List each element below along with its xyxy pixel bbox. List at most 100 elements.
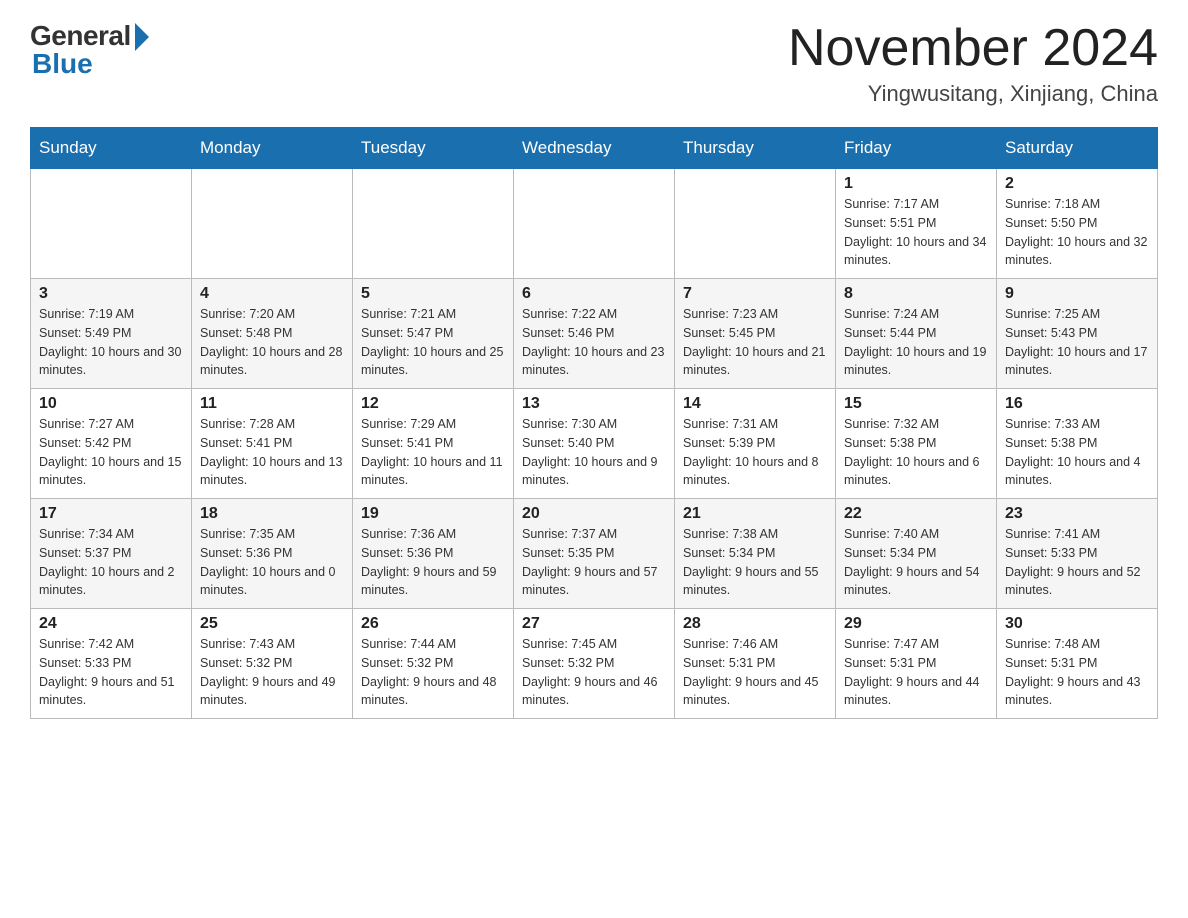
day-info: Sunrise: 7:48 AMSunset: 5:31 PMDaylight:… xyxy=(1005,635,1149,710)
calendar-cell: 18 Sunrise: 7:35 AMSunset: 5:36 PMDayligh… xyxy=(192,499,353,609)
day-info: Sunrise: 7:18 AMSunset: 5:50 PMDaylight:… xyxy=(1005,195,1149,270)
calendar-cell xyxy=(31,169,192,279)
calendar-cell: 24Sunrise: 7:42 AMSunset: 5:33 PMDayligh… xyxy=(31,609,192,719)
day-info: Sunrise: 7:29 AMSunset: 5:41 PMDaylight:… xyxy=(361,415,505,490)
day-number: 20 xyxy=(522,505,666,523)
calendar-cell xyxy=(675,169,836,279)
day-number: 8 xyxy=(844,285,988,303)
day-number: 3 xyxy=(39,285,183,303)
calendar-cell: 19 Sunrise: 7:36 AMSunset: 5:36 PMDayligh… xyxy=(353,499,514,609)
day-number: 28 xyxy=(683,615,827,633)
day-info: Sunrise: 7:44 AMSunset: 5:32 PMDaylight:… xyxy=(361,635,505,710)
calendar-cell: 17 Sunrise: 7:34 AMSunset: 5:37 PMDayligh… xyxy=(31,499,192,609)
day-info: Sunrise: 7:17 AMSunset: 5:51 PMDaylight:… xyxy=(844,195,988,270)
calendar-header-monday: Monday xyxy=(192,128,353,169)
day-info: Sunrise: 7:34 AMSunset: 5:37 PMDaylight:… xyxy=(39,525,183,600)
day-number: 4 xyxy=(200,285,344,303)
title-block: November 2024 Yingwusitang, Xinjiang, Ch… xyxy=(788,20,1158,107)
day-info: Sunrise: 7:20 AMSunset: 5:48 PMDaylight:… xyxy=(200,305,344,380)
day-number: 6 xyxy=(522,285,666,303)
calendar-header-saturday: Saturday xyxy=(997,128,1158,169)
day-number: 18 xyxy=(200,505,344,523)
calendar-cell: 28 Sunrise: 7:46 AMSunset: 5:31 PMDayligh… xyxy=(675,609,836,719)
logo-arrow-icon xyxy=(135,23,149,51)
calendar-cell: 23 Sunrise: 7:41 AMSunset: 5:33 PMDayligh… xyxy=(997,499,1158,609)
calendar-cell: 15 Sunrise: 7:32 AMSunset: 5:38 PMDayligh… xyxy=(836,389,997,499)
calendar-header-friday: Friday xyxy=(836,128,997,169)
day-info: Sunrise: 7:30 AMSunset: 5:40 PMDaylight:… xyxy=(522,415,666,490)
day-number: 29 xyxy=(844,615,988,633)
day-info: Sunrise: 7:40 AMSunset: 5:34 PMDaylight:… xyxy=(844,525,988,600)
day-info: Sunrise: 7:31 AMSunset: 5:39 PMDaylight:… xyxy=(683,415,827,490)
calendar-cell: 26Sunrise: 7:44 AMSunset: 5:32 PMDayligh… xyxy=(353,609,514,719)
calendar-cell: 11Sunrise: 7:28 AMSunset: 5:41 PMDayligh… xyxy=(192,389,353,499)
day-number: 5 xyxy=(361,285,505,303)
day-number: 27 xyxy=(522,615,666,633)
calendar-cell: 16 Sunrise: 7:33 AMSunset: 5:38 PMDayligh… xyxy=(997,389,1158,499)
day-number: 21 xyxy=(683,505,827,523)
calendar-cell: 1Sunrise: 7:17 AMSunset: 5:51 PMDaylight… xyxy=(836,169,997,279)
day-info: Sunrise: 7:22 AMSunset: 5:46 PMDaylight:… xyxy=(522,305,666,380)
day-number: 25 xyxy=(200,615,344,633)
week-row-2: 3 Sunrise: 7:19 AMSunset: 5:49 PMDaylight… xyxy=(31,279,1158,389)
day-info: Sunrise: 7:23 AMSunset: 5:45 PMDaylight:… xyxy=(683,305,827,380)
calendar-cell xyxy=(514,169,675,279)
day-info: Sunrise: 7:47 AMSunset: 5:31 PMDaylight:… xyxy=(844,635,988,710)
calendar-cell: 5 Sunrise: 7:21 AMSunset: 5:47 PMDaylight… xyxy=(353,279,514,389)
calendar-cell: 7Sunrise: 7:23 AMSunset: 5:45 PMDaylight… xyxy=(675,279,836,389)
calendar-cell xyxy=(192,169,353,279)
logo: General Blue xyxy=(30,20,149,80)
day-info: Sunrise: 7:37 AMSunset: 5:35 PMDaylight:… xyxy=(522,525,666,600)
day-info: Sunrise: 7:21 AMSunset: 5:47 PMDaylight:… xyxy=(361,305,505,380)
week-row-1: 1Sunrise: 7:17 AMSunset: 5:51 PMDaylight… xyxy=(31,169,1158,279)
day-info: Sunrise: 7:35 AMSunset: 5:36 PMDaylight:… xyxy=(200,525,344,600)
calendar-header-tuesday: Tuesday xyxy=(353,128,514,169)
day-info: Sunrise: 7:38 AMSunset: 5:34 PMDaylight:… xyxy=(683,525,827,600)
calendar-cell: 3 Sunrise: 7:19 AMSunset: 5:49 PMDaylight… xyxy=(31,279,192,389)
day-info: Sunrise: 7:41 AMSunset: 5:33 PMDaylight:… xyxy=(1005,525,1149,600)
calendar-cell: 25Sunrise: 7:43 AMSunset: 5:32 PMDayligh… xyxy=(192,609,353,719)
day-number: 22 xyxy=(844,505,988,523)
day-number: 9 xyxy=(1005,285,1149,303)
day-number: 16 xyxy=(1005,395,1149,413)
calendar-cell: 10 Sunrise: 7:27 AMSunset: 5:42 PMDayligh… xyxy=(31,389,192,499)
day-number: 10 xyxy=(39,395,183,413)
day-number: 17 xyxy=(39,505,183,523)
day-info: Sunrise: 7:27 AMSunset: 5:42 PMDaylight:… xyxy=(39,415,183,490)
month-title: November 2024 xyxy=(788,20,1158,77)
calendar-header-thursday: Thursday xyxy=(675,128,836,169)
day-number: 13 xyxy=(522,395,666,413)
calendar-header-row: SundayMondayTuesdayWednesdayThursdayFrid… xyxy=(31,128,1158,169)
week-row-3: 10 Sunrise: 7:27 AMSunset: 5:42 PMDayligh… xyxy=(31,389,1158,499)
day-info: Sunrise: 7:19 AMSunset: 5:49 PMDaylight:… xyxy=(39,305,183,380)
calendar-cell: 14 Sunrise: 7:31 AMSunset: 5:39 PMDayligh… xyxy=(675,389,836,499)
day-info: Sunrise: 7:36 AMSunset: 5:36 PMDaylight:… xyxy=(361,525,505,600)
calendar-cell: 27 Sunrise: 7:45 AMSunset: 5:32 PMDayligh… xyxy=(514,609,675,719)
day-number: 23 xyxy=(1005,505,1149,523)
day-info: Sunrise: 7:33 AMSunset: 5:38 PMDaylight:… xyxy=(1005,415,1149,490)
calendar-cell: 20 Sunrise: 7:37 AMSunset: 5:35 PMDayligh… xyxy=(514,499,675,609)
calendar-cell: 8 Sunrise: 7:24 AMSunset: 5:44 PMDaylight… xyxy=(836,279,997,389)
day-info: Sunrise: 7:45 AMSunset: 5:32 PMDaylight:… xyxy=(522,635,666,710)
day-number: 14 xyxy=(683,395,827,413)
calendar-header-wednesday: Wednesday xyxy=(514,128,675,169)
day-number: 15 xyxy=(844,395,988,413)
week-row-5: 24Sunrise: 7:42 AMSunset: 5:33 PMDayligh… xyxy=(31,609,1158,719)
calendar-table: SundayMondayTuesdayWednesdayThursdayFrid… xyxy=(30,127,1158,719)
day-info: Sunrise: 7:46 AMSunset: 5:31 PMDaylight:… xyxy=(683,635,827,710)
day-info: Sunrise: 7:24 AMSunset: 5:44 PMDaylight:… xyxy=(844,305,988,380)
calendar-cell: 4 Sunrise: 7:20 AMSunset: 5:48 PMDaylight… xyxy=(192,279,353,389)
day-number: 30 xyxy=(1005,615,1149,633)
calendar-cell: 21 Sunrise: 7:38 AMSunset: 5:34 PMDayligh… xyxy=(675,499,836,609)
day-info: Sunrise: 7:28 AMSunset: 5:41 PMDaylight:… xyxy=(200,415,344,490)
calendar-cell: 12 Sunrise: 7:29 AMSunset: 5:41 PMDayligh… xyxy=(353,389,514,499)
calendar-cell: 9Sunrise: 7:25 AMSunset: 5:43 PMDaylight… xyxy=(997,279,1158,389)
page-header: General Blue November 2024 Yingwusitang,… xyxy=(30,20,1158,107)
day-number: 19 xyxy=(361,505,505,523)
day-info: Sunrise: 7:32 AMSunset: 5:38 PMDaylight:… xyxy=(844,415,988,490)
day-number: 2 xyxy=(1005,175,1149,193)
calendar-cell: 29 Sunrise: 7:47 AMSunset: 5:31 PMDayligh… xyxy=(836,609,997,719)
calendar-cell: 2 Sunrise: 7:18 AMSunset: 5:50 PMDaylight… xyxy=(997,169,1158,279)
day-number: 12 xyxy=(361,395,505,413)
calendar-cell: 6 Sunrise: 7:22 AMSunset: 5:46 PMDaylight… xyxy=(514,279,675,389)
